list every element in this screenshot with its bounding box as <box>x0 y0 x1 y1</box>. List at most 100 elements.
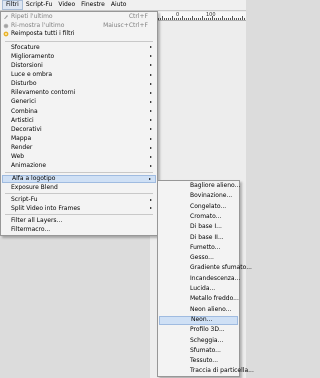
logo-item-neon[interactable]: Neon... <box>159 315 238 325</box>
ruler-tick <box>160 18 161 20</box>
menu-video[interactable]: Video <box>55 0 78 10</box>
submenu-arrow-icon <box>150 137 152 140</box>
menu-item-split-video-into-frames[interactable]: Split Video into Frames <box>2 205 156 213</box>
menu-item-luce-e-ombra[interactable]: Luce e ombra <box>2 71 156 79</box>
menu-item-mappa[interactable]: Mappa <box>2 135 156 143</box>
logo-item-sfumato[interactable]: Sfumato... <box>159 347 238 356</box>
submenu-arrow-icon <box>150 155 152 158</box>
menu-item-label: Sfocature <box>11 43 40 51</box>
logo-item-cromato[interactable]: Cromato... <box>159 213 238 222</box>
menu-item-label: Generici <box>11 98 36 106</box>
submenu-arrow-icon <box>150 46 152 49</box>
menu-item-artistici[interactable]: Artistici <box>2 117 156 125</box>
menu-separator <box>5 214 153 215</box>
submenu-arrow-icon <box>150 146 152 149</box>
logo-item-neon-alieno[interactable]: Neon alieno... <box>159 306 238 315</box>
ruler-tick <box>232 16 233 20</box>
ruler-tick <box>228 18 229 20</box>
ruler-tick <box>208 18 209 20</box>
menu-item-label: Luce e ombra <box>11 70 53 78</box>
menu-item-label: Combina <box>11 107 38 115</box>
logo-item-sc-ograve-gia[interactable]: Scheggia... <box>159 337 238 346</box>
menu-item-generici[interactable]: Generici <box>2 98 156 106</box>
submenu-arrow-icon <box>150 198 152 201</box>
menu-item-label: Fumetto... <box>190 243 221 251</box>
logo-item-gradiente-sfumato[interactable]: Gradiente sfumato... <box>159 264 252 273</box>
menu-item-exposure-blend[interactable]: Exposure Blend <box>2 184 156 192</box>
menu-item-render[interactable]: Render <box>2 144 156 152</box>
logo-item-di-base-i[interactable]: Di base I... <box>159 223 238 232</box>
ruler-tick <box>164 18 165 20</box>
menu-item-disturbo[interactable]: Disturbo <box>2 80 156 88</box>
ruler-tick <box>212 16 213 20</box>
logo-item-bagliore-alieno[interactable]: Bagliore alieno... <box>159 182 241 191</box>
menu-aiuto[interactable]: Aiuto <box>108 0 130 10</box>
repeat-last-label: Ripeti l'ultimo <box>11 13 53 20</box>
submenu-arrow-icon <box>150 165 152 168</box>
menu-item-label: Di base I... <box>190 223 222 231</box>
menu-item-label: Bagliore alieno... <box>190 182 241 189</box>
logo-item-lucida[interactable]: Lucida... <box>159 285 238 294</box>
menu-item-distorsioni[interactable]: Distorsioni <box>2 62 156 70</box>
logo-item-gesso[interactable]: Gesso... <box>159 254 238 263</box>
menu-item-rilevamento-contorni[interactable]: Rilevamento contorni <box>2 89 156 97</box>
menu-item-decorativi[interactable]: Decorativi <box>2 126 156 134</box>
submenu-arrow-icon <box>150 110 152 113</box>
ruler-tick <box>166 18 167 20</box>
ruler-tick <box>200 18 201 20</box>
logo-item-incandescenza[interactable]: Incandescenza... <box>159 275 240 284</box>
logo-item-bovinazione[interactable]: Bovinazione... <box>159 192 238 201</box>
menu-item-label: Render <box>11 144 33 152</box>
menu-separator <box>5 193 153 194</box>
repeat-last-item[interactable]: Ripeti l'ultimo Ctrl+F <box>2 13 156 21</box>
logo-item-metallo-freddo[interactable]: Metallo freddo... <box>159 295 239 304</box>
repeat-last-accel: Ctrl+F <box>128 13 148 20</box>
menu-item-sfocature[interactable]: Sfocature <box>2 44 156 52</box>
menu-item-label: Alfa a logotipo <box>12 175 56 182</box>
submenu-arrow-icon <box>150 82 152 85</box>
logo-item-di-base-ii[interactable]: Di base II... <box>159 234 238 243</box>
menu-separator <box>5 40 153 42</box>
reset-icon <box>3 31 9 37</box>
menu-item-script-fu[interactable]: Script-Fu <box>2 196 156 204</box>
menu-item-label: Decorativi <box>11 125 42 133</box>
ruler-tick <box>186 18 187 20</box>
menu-item-combina[interactable]: Combina <box>2 108 156 116</box>
ruler-tick <box>174 18 175 20</box>
menu-script-fu[interactable]: Script-Fu <box>23 0 56 10</box>
menu-filtri[interactable]: Filtri <box>2 0 23 10</box>
reset-all-filters-item[interactable]: Reimposta tutti i filtri <box>2 30 156 38</box>
menu-item-label: Neon... <box>191 315 213 323</box>
reshow-last-item[interactable]: Ri-mostra l'ultimo Maiusc+Ctrl+F <box>2 22 156 30</box>
menu-item-miglioramento[interactable]: Miglioramento <box>2 53 156 61</box>
menu-item-filtermacro[interactable]: Filtermacro... <box>2 226 156 234</box>
menu-item-label: Lucida... <box>190 285 216 292</box>
logo-item-fumetto[interactable]: Fumetto... <box>159 244 238 253</box>
menu-item-web[interactable]: Web <box>2 153 156 161</box>
submenu-arrow-icon <box>150 91 152 94</box>
ruler-tick <box>178 18 179 20</box>
horizontal-ruler[interactable]: 0 100 <box>150 12 246 21</box>
menu-item-label: Di base II... <box>190 233 224 241</box>
menu-item-label: Cromato... <box>190 212 222 220</box>
menu-item-alfa-a-logotipo[interactable]: Alfa a logotipo <box>2 175 156 184</box>
logo-item-traccia-di-particella[interactable]: Traccia di particella... <box>159 367 254 376</box>
menu-item-label: Filter all Layers... <box>11 217 63 224</box>
reshow-icon <box>3 23 9 28</box>
menu-finestre[interactable]: Finestre <box>78 0 108 10</box>
menu-item-animazione[interactable]: Animazione <box>2 162 156 170</box>
submenu-arrow-icon <box>150 119 152 122</box>
logo-item-congelato[interactable]: Congelato... <box>159 203 238 212</box>
menubar: Filtri Script-Fu Video Finestre Aiuto <box>0 0 246 11</box>
ruler-tick <box>210 18 211 20</box>
menu-item-label: Tessuto... <box>190 357 219 365</box>
submenu-arrow-icon <box>150 207 152 210</box>
menu-item-label: Scheggia... <box>190 336 224 344</box>
logo-item-profilo-3d[interactable]: Profilo 3D... <box>159 326 238 335</box>
ruler-tick <box>234 18 235 20</box>
logo-item-tessuto[interactable]: Tessuto... <box>159 357 238 366</box>
ruler-tick <box>218 18 219 20</box>
ruler-tick <box>244 18 245 20</box>
menu-item-filter-all-layers[interactable]: Filter all Layers... <box>2 217 156 225</box>
ruler-tick <box>236 18 237 20</box>
